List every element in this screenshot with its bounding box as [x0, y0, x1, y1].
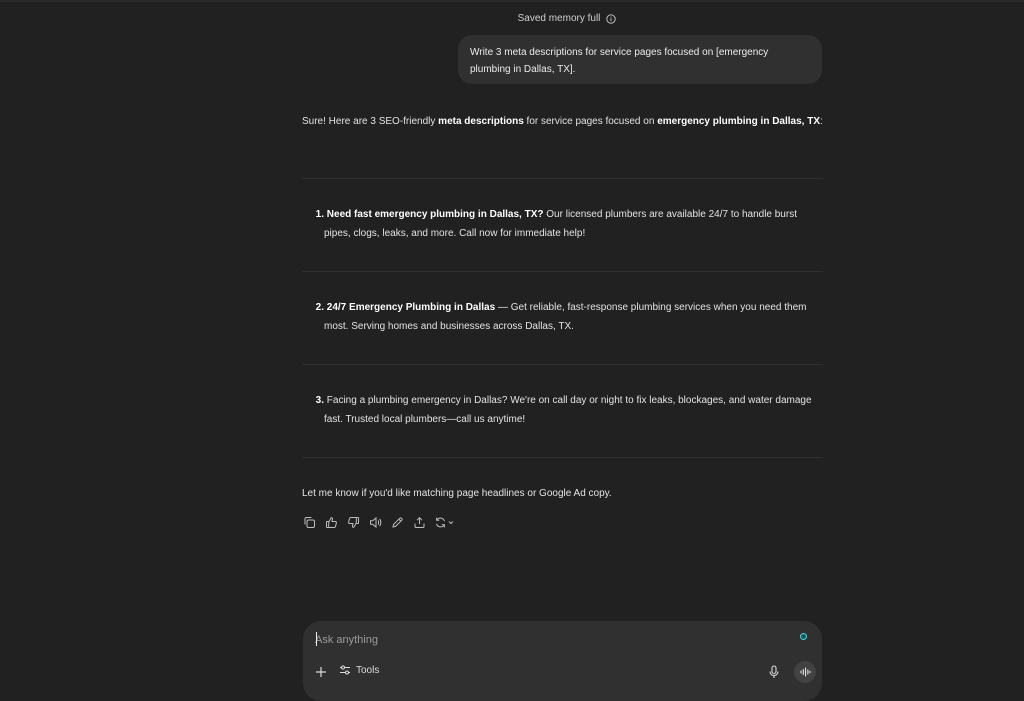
info-icon[interactable]	[606, 13, 617, 24]
list-item-body: Facing a plumbing emergency in Dallas? W…	[324, 395, 812, 425]
list-item-number: 3.	[315, 395, 324, 406]
thumbs-down-icon[interactable]	[346, 515, 360, 529]
intro-text: for service pages focused on	[523, 116, 658, 127]
microphone-icon[interactable]	[768, 665, 780, 679]
list-item-bold: Need fast emergency plumbing in Dallas, …	[326, 209, 544, 220]
top-border	[0, 0, 1024, 2]
intro-bold-topic: emergency plumbing in Dallas, TX	[657, 116, 821, 127]
list-item-text: Facing a plumbing emergency in Dallas? W…	[324, 391, 814, 429]
list-item-number: 2.	[315, 302, 324, 313]
add-attachment-icon[interactable]	[314, 665, 328, 679]
text-cursor	[316, 632, 317, 646]
divider	[302, 364, 823, 365]
share-icon[interactable]	[412, 515, 426, 529]
list-item-number: 1.	[315, 209, 324, 220]
intro-text: :	[820, 116, 823, 127]
intro-text: Sure! Here are 3 SEO-friendly	[302, 116, 439, 127]
voice-mode-button[interactable]	[794, 661, 816, 683]
list-item: 3. Facing a plumbing emergency in Dallas…	[302, 391, 823, 429]
list-item-text: 24/7 Emergency Plumbing in Dallas — Get …	[324, 298, 814, 336]
chat-input[interactable]	[315, 631, 785, 649]
user-message-text: Write 3 meta descriptions for service pa…	[470, 47, 769, 75]
message-composer: Tools	[303, 621, 822, 701]
regenerate-icon[interactable]	[434, 515, 456, 529]
divider	[302, 178, 823, 179]
message-actions	[302, 515, 456, 529]
tools-label: Tools	[356, 664, 380, 676]
divider	[302, 457, 823, 458]
intro-bold-meta: meta descriptions	[438, 116, 524, 127]
chevron-down-icon	[448, 520, 454, 524]
voice-waveform-icon	[800, 667, 811, 677]
user-message-bubble: Write 3 meta descriptions for service pa…	[458, 35, 822, 84]
assistant-closing: Let me know if you'd like matching page …	[302, 488, 612, 499]
tools-button[interactable]: Tools	[339, 664, 379, 676]
list-item-bold: 24/7 Emergency Plumbing in Dallas	[326, 302, 496, 313]
saved-memory-notice[interactable]: Saved memory full	[0, 13, 1024, 24]
list-item-text: Need fast emergency plumbing in Dallas, …	[324, 205, 814, 243]
list-item: 1. Need fast emergency plumbing in Dalla…	[302, 205, 823, 243]
divider	[302, 271, 823, 272]
status-dot[interactable]	[800, 633, 807, 640]
copy-icon[interactable]	[302, 515, 316, 529]
assistant-intro: Sure! Here are 3 SEO-friendly meta descr…	[302, 112, 823, 131]
read-aloud-icon[interactable]	[368, 515, 382, 529]
saved-memory-label: Saved memory full	[517, 13, 601, 24]
sliders-icon	[340, 665, 350, 675]
thumbs-up-icon[interactable]	[324, 515, 338, 529]
list-item: 2. 24/7 Emergency Plumbing in Dallas — G…	[302, 298, 823, 336]
edit-icon[interactable]	[390, 515, 404, 529]
